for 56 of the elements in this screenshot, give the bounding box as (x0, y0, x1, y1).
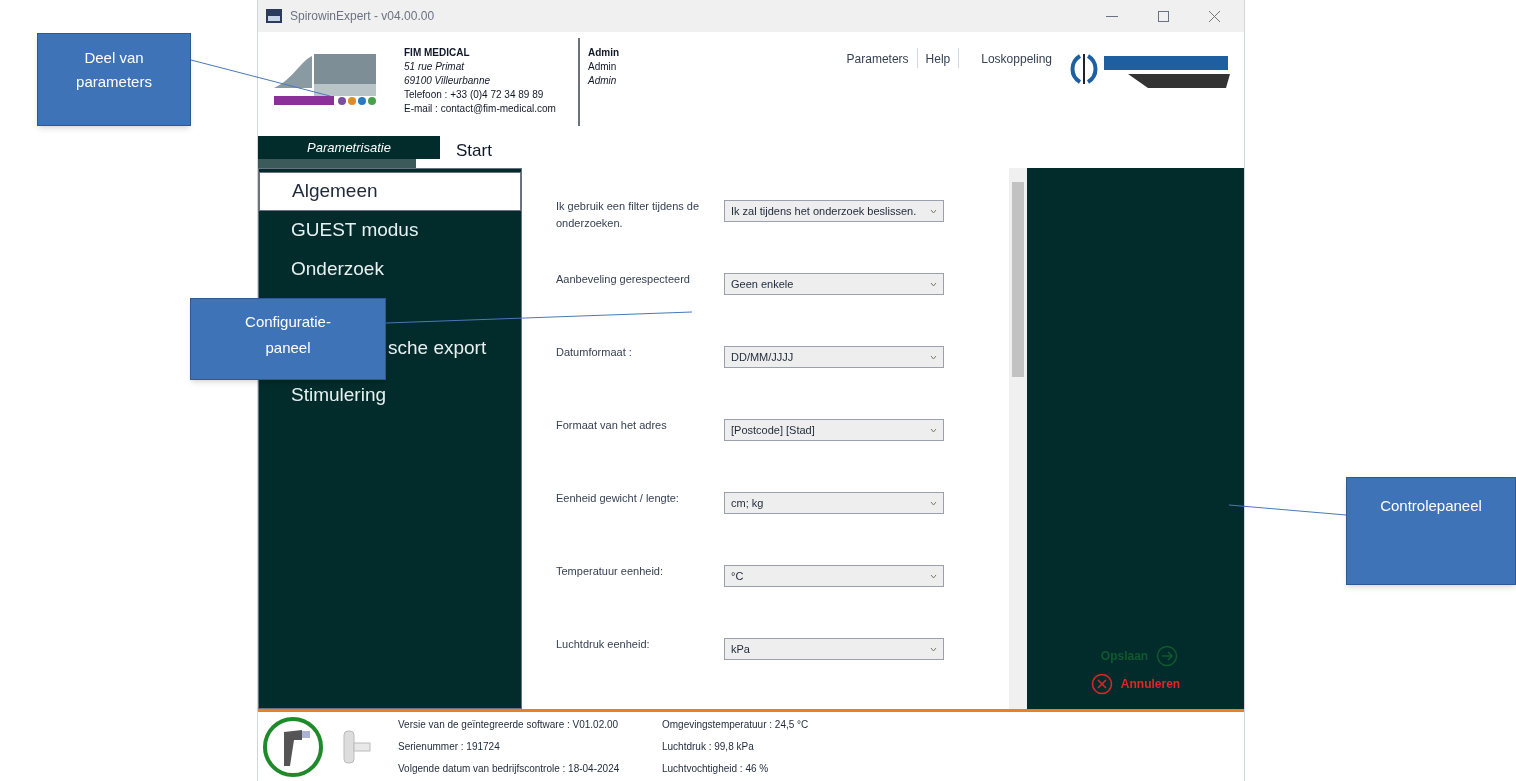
address-line: 51 rue Primat (404, 60, 466, 74)
setting-label: Ik gebruik een filter tijdens de onderzoeken. (556, 199, 701, 231)
maximize-icon[interactable] (1158, 10, 1169, 22)
dropdown[interactable]: Ik zal tijdens het onderzoek beslissen. (724, 200, 944, 222)
sidebar-item[interactable]: GUEST modus (259, 211, 521, 250)
chevron-down-icon (930, 573, 937, 579)
header-link[interactable]: Parameters (846, 50, 909, 68)
dropdown[interactable]: cm; kg (724, 492, 944, 514)
tab[interactable]: Start (456, 138, 492, 164)
user-name: Admin (588, 46, 620, 60)
close-icon[interactable] (1209, 10, 1220, 22)
dropdown[interactable]: DD/MM/JJJJ (724, 346, 944, 368)
status-text: Luchtvochtigheid : 46 % (662, 761, 770, 776)
sidebar-item[interactable]: Algemeen (259, 172, 521, 211)
chevron-down-icon (930, 208, 937, 214)
setting-label: Aanbeveling gerespecteerd (556, 272, 691, 287)
minimize-icon[interactable] (1106, 15, 1118, 17)
status-text: Versie van de geïntegreerde software : V01.02.00 (398, 717, 620, 732)
dropdown[interactable]: Geen enkele (724, 273, 944, 295)
user-role: Admin (588, 74, 618, 88)
setting-label: Luchtdruk eenheid: (556, 637, 651, 652)
chevron-down-icon (930, 646, 937, 652)
sidebar-item[interactable]: sche export (388, 329, 487, 368)
chevron-down-icon (930, 500, 937, 506)
company-name: FIM MEDICAL (404, 46, 471, 60)
address-line: 69100 Villeurbanne (404, 74, 491, 88)
window-title: SpirowinExpert - v04.00.00 (290, 8, 435, 25)
tab[interactable]: Parametrisatie (258, 136, 440, 159)
chevron-down-icon (930, 354, 937, 360)
chevron-down-icon (930, 281, 937, 287)
setting-label: Temperatuur eenheid: (556, 564, 664, 579)
chevron-down-icon (930, 427, 937, 433)
header-link[interactable]: Help (925, 50, 951, 68)
status-text: Omgevingstemperatuur : 24,5 °C (662, 717, 809, 732)
setting-label: Datumformaat : (556, 345, 633, 360)
scrollbar[interactable] (1009, 168, 1027, 709)
setting-label: Formaat van het adres (556, 418, 668, 433)
status-text: Serienummer : 191724 (398, 739, 501, 754)
company-phone: Telefoon : +33 (0)4 72 34 89 89 (404, 88, 545, 102)
setting-label: Eenheid gewicht / lengte: (556, 491, 680, 506)
dropdown[interactable]: °C (724, 565, 944, 587)
handle-sensor-icon (262, 715, 324, 778)
callout: Deel van parameters (37, 33, 191, 126)
header-link[interactable]: Loskoppeling (981, 50, 1052, 68)
close-icon (1090, 673, 1113, 695)
status-text: Volgende datum van bedrijfscontrole : 18-04-2024 (398, 761, 621, 776)
status-text: Luchtdruk : 99,8 kPa (662, 739, 755, 754)
dropdown[interactable]: kPa (724, 638, 944, 660)
dropdown[interactable]: [Postcode] [Stad] (724, 419, 944, 441)
sidebar-item[interactable]: Onderzoek (259, 250, 521, 289)
app-icon (266, 9, 282, 23)
callout: Controlepaneel (1346, 477, 1516, 585)
arrow-right-icon (1156, 645, 1179, 667)
user-login: Admin (588, 60, 618, 74)
company-email: E-mail : contact@fim-medical.com (404, 102, 557, 116)
callout: Configuratie-paneel (190, 298, 386, 380)
